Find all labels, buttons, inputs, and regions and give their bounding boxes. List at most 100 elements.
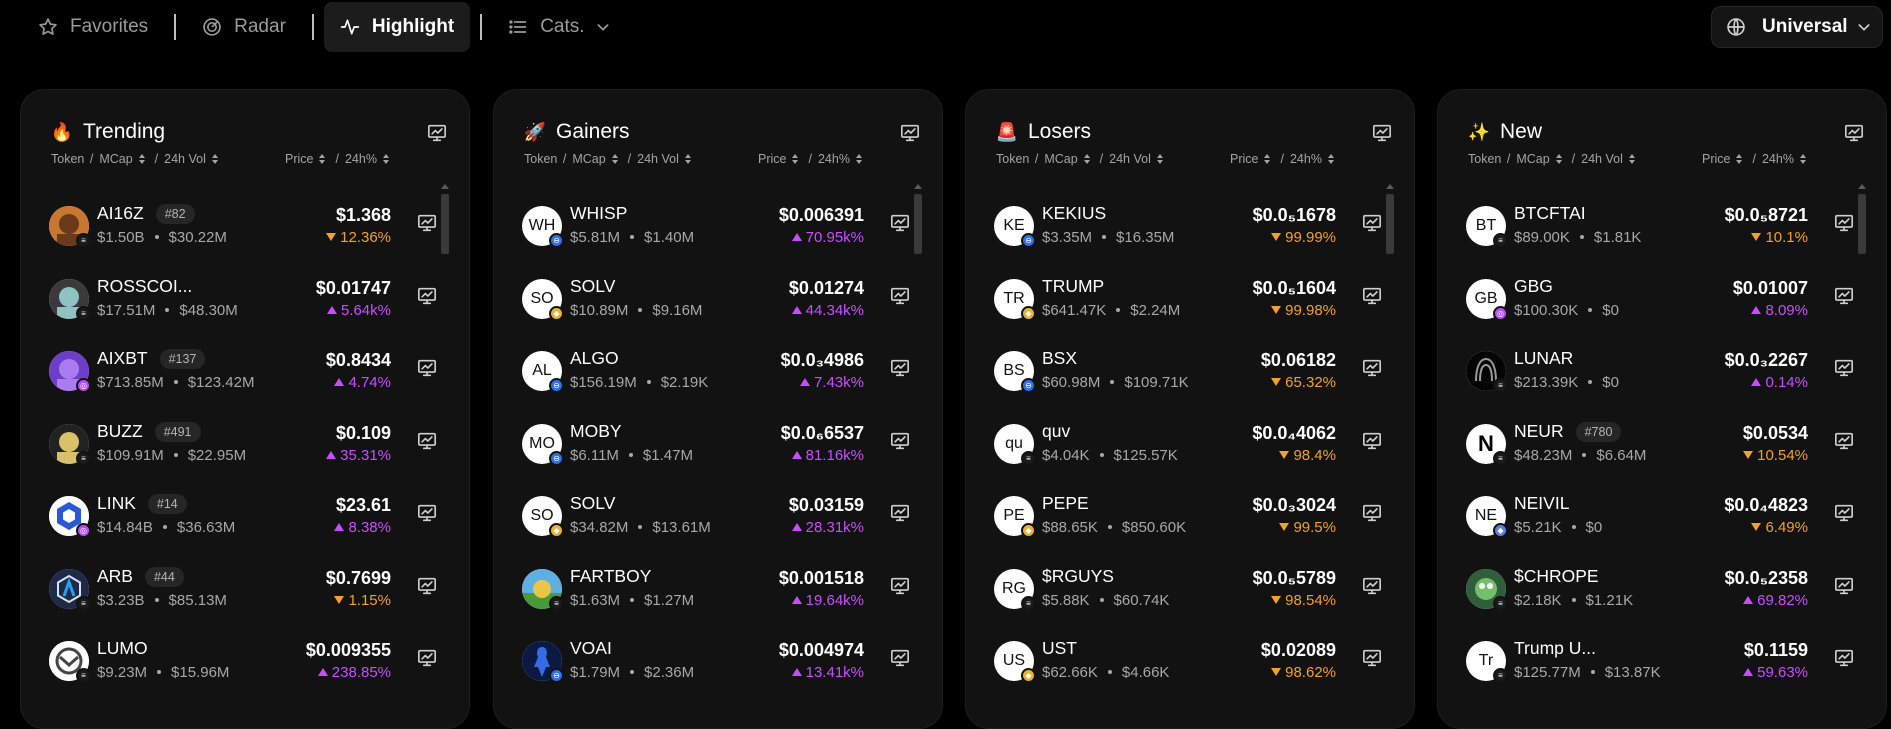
token-row[interactable]: ≡ ARB #44 $3.23B $85.13M $0.7699 1.15% bbox=[49, 563, 449, 621]
chart-monitor-icon[interactable] bbox=[1372, 124, 1392, 142]
header-price[interactable]: Price bbox=[285, 152, 313, 166]
header-change[interactable]: 24h% bbox=[818, 152, 850, 166]
header-vol[interactable]: 24h Vol bbox=[1581, 152, 1623, 166]
token-row[interactable]: US ◆ UST $62.66K $4.66K $0.02089 98.62% bbox=[994, 635, 1394, 693]
header-vol[interactable]: 24h Vol bbox=[637, 152, 679, 166]
token-row[interactable]: GB ◎ GBG $100.30K $0 $0.01007 8.09% bbox=[1466, 273, 1866, 331]
header-mcap[interactable]: MCap bbox=[1044, 152, 1077, 166]
header-mcap[interactable]: MCap bbox=[572, 152, 605, 166]
network-selector[interactable]: Universal bbox=[1711, 6, 1883, 48]
header-price[interactable]: Price bbox=[758, 152, 786, 166]
sort-price-icon[interactable] bbox=[319, 154, 326, 164]
sort-price-icon[interactable] bbox=[1736, 154, 1743, 164]
token-row[interactable]: ⊖ VOAI $1.79M $2.36M $0.004974 13.41k% bbox=[522, 635, 922, 693]
chart-monitor-icon[interactable] bbox=[1362, 577, 1382, 595]
token-row[interactable]: WH ⊖ WHISP $5.81M $1.40M $0.006391 70.95k% bbox=[522, 200, 922, 258]
token-row[interactable]: NE ◆ NEIVIL $5.21K $0 $0.0₄4823 6.49% bbox=[1466, 490, 1866, 548]
token-row[interactable]: ◎ LINK #14 $14.84B $36.63M $23.61 8.38% bbox=[49, 490, 449, 548]
token-row[interactable]: N ≡ NEUR #780 $48.23M $6.64M $0.0534 10.54% bbox=[1466, 418, 1866, 476]
chart-monitor-icon[interactable] bbox=[1834, 649, 1854, 667]
token-row[interactable]: BT ≡ BTCFTAI $89.00K $1.81K $0.0₅8721 10.1% bbox=[1466, 200, 1866, 258]
sort-price-icon[interactable] bbox=[792, 154, 799, 164]
sort-change-icon[interactable] bbox=[855, 154, 862, 164]
chart-monitor-icon[interactable] bbox=[1834, 214, 1854, 232]
tab-categories[interactable]: Cats. bbox=[492, 2, 626, 52]
chart-monitor-icon[interactable] bbox=[1834, 504, 1854, 522]
token-row[interactable]: TR ◆ TRUMP $641.47K $2.24M $0.0₅1604 99.98% bbox=[994, 273, 1394, 331]
chart-monitor-icon[interactable] bbox=[417, 577, 437, 595]
sort-mcap-icon[interactable] bbox=[1555, 154, 1562, 164]
token-row[interactable]: BS ⊖ BSX $60.98M $109.71K $0.06182 65.32% bbox=[994, 345, 1394, 403]
token-row[interactable]: MO ⊖ MOBY $6.11M $1.47M $0.0₆6537 81.16k% bbox=[522, 418, 922, 476]
chart-monitor-icon[interactable] bbox=[417, 649, 437, 667]
token-row[interactable]: ≡ BUZZ #491 $109.91M $22.95M $0.109 35.31% bbox=[49, 418, 449, 476]
chart-monitor-icon[interactable] bbox=[1844, 124, 1864, 142]
chart-monitor-icon[interactable] bbox=[427, 124, 447, 142]
sort-price-icon[interactable] bbox=[1264, 154, 1271, 164]
chart-monitor-icon[interactable] bbox=[1834, 577, 1854, 595]
sort-vol-icon[interactable] bbox=[1628, 154, 1635, 164]
token-row[interactable]: ≡ FARTBOY $1.63M $1.27M $0.001518 19.64k% bbox=[522, 563, 922, 621]
token-row[interactable]: ≡ ROSSCOI... $17.51M $48.30M $0.01747 5.64k% bbox=[49, 273, 449, 331]
sort-vol-icon[interactable] bbox=[1156, 154, 1163, 164]
chart-monitor-icon[interactable] bbox=[1362, 214, 1382, 232]
sort-vol-icon[interactable] bbox=[211, 154, 218, 164]
sort-mcap-icon[interactable] bbox=[1083, 154, 1090, 164]
chart-monitor-icon[interactable] bbox=[1834, 359, 1854, 377]
chart-monitor-icon[interactable] bbox=[1834, 432, 1854, 450]
chart-monitor-icon[interactable] bbox=[890, 287, 910, 305]
header-mcap[interactable]: MCap bbox=[1516, 152, 1549, 166]
chart-monitor-icon[interactable] bbox=[1834, 287, 1854, 305]
token-price: $0.009355 bbox=[305, 640, 391, 660]
chart-monitor-icon[interactable] bbox=[417, 432, 437, 450]
token-row[interactable]: Tr ≡ Trump U... $125.77M $13.87K $0.1159 59.63… bbox=[1466, 635, 1866, 693]
chart-monitor-icon[interactable] bbox=[1362, 359, 1382, 377]
token-row[interactable]: ≡ LUMO $9.23M $15.96M $0.009355 238.85% bbox=[49, 635, 449, 693]
header-mcap[interactable]: MCap bbox=[99, 152, 132, 166]
chart-monitor-icon[interactable] bbox=[890, 649, 910, 667]
header-vol[interactable]: 24h Vol bbox=[1109, 152, 1151, 166]
token-row[interactable]: KE ⊖ KEKIUS $3.35M $16.35M $0.0₅1678 99.99% bbox=[994, 200, 1394, 258]
header-change[interactable]: 24h% bbox=[1762, 152, 1794, 166]
token-row[interactable]: SO ◆ SOLV $34.82M $13.61M $0.03159 28.31k% bbox=[522, 490, 922, 548]
token-row[interactable]: ≡ $CHROPE $2.18K $1.21K $0.0₅2358 69.82% bbox=[1466, 563, 1866, 621]
chart-monitor-icon[interactable] bbox=[1362, 504, 1382, 522]
header-change[interactable]: 24h% bbox=[1290, 152, 1322, 166]
chart-monitor-icon[interactable] bbox=[1362, 649, 1382, 667]
chart-monitor-icon[interactable] bbox=[1362, 287, 1382, 305]
header-price[interactable]: Price bbox=[1230, 152, 1258, 166]
sort-change-icon[interactable] bbox=[382, 154, 389, 164]
header-change[interactable]: 24h% bbox=[345, 152, 377, 166]
token-stats: $100.30K $0 bbox=[1514, 302, 1619, 319]
chart-monitor-icon[interactable] bbox=[890, 214, 910, 232]
tab-highlight[interactable]: Highlight bbox=[323, 2, 471, 52]
header-price[interactable]: Price bbox=[1702, 152, 1730, 166]
chart-monitor-icon[interactable] bbox=[890, 432, 910, 450]
chart-monitor-icon[interactable] bbox=[1362, 432, 1382, 450]
chart-monitor-icon[interactable] bbox=[890, 504, 910, 522]
token-row[interactable]: AL ⊖ ALGO $156.19M $2.19K $0.0₃4986 7.43k% bbox=[522, 345, 922, 403]
chart-monitor-icon[interactable] bbox=[900, 124, 920, 142]
chart-monitor-icon[interactable] bbox=[417, 287, 437, 305]
token-symbol: LINK bbox=[97, 493, 136, 513]
chart-monitor-icon[interactable] bbox=[417, 214, 437, 232]
tab-favorites[interactable]: Favorites bbox=[22, 2, 164, 52]
token-row[interactable]: SO ◆ SOLV $10.89M $9.16M $0.01274 44.34k% bbox=[522, 273, 922, 331]
token-row[interactable]: RG ≡ $RGUYS $5.88K $60.74K $0.0₅5789 98.54% bbox=[994, 563, 1394, 621]
chart-monitor-icon[interactable] bbox=[890, 577, 910, 595]
sort-vol-icon[interactable] bbox=[684, 154, 691, 164]
header-vol[interactable]: 24h Vol bbox=[164, 152, 206, 166]
tab-radar[interactable]: Radar bbox=[186, 2, 302, 52]
sort-mcap-icon[interactable] bbox=[138, 154, 145, 164]
chart-monitor-icon[interactable] bbox=[417, 504, 437, 522]
sort-change-icon[interactable] bbox=[1799, 154, 1806, 164]
sort-change-icon[interactable] bbox=[1327, 154, 1334, 164]
sort-mcap-icon[interactable] bbox=[611, 154, 618, 164]
token-row[interactable]: PE ◆ PEPE $88.65K $850.60K $0.0₃3024 99.5% bbox=[994, 490, 1394, 548]
chart-monitor-icon[interactable] bbox=[890, 359, 910, 377]
token-row[interactable]: ◎ AIXBT #137 $713.85M $123.42M $0.8434 4.74% bbox=[49, 345, 449, 403]
chart-monitor-icon[interactable] bbox=[417, 359, 437, 377]
token-row[interactable]: qu ≡ quv $4.04K $125.57K $0.0₄4062 98.4% bbox=[994, 418, 1394, 476]
token-row[interactable]: ≡ LUNAR $213.39K $0 $0.0₃2267 0.14% bbox=[1466, 345, 1866, 403]
token-row[interactable]: ≡ AI16Z #82 $1.50B $30.22M $1.368 12.36% bbox=[49, 200, 449, 258]
